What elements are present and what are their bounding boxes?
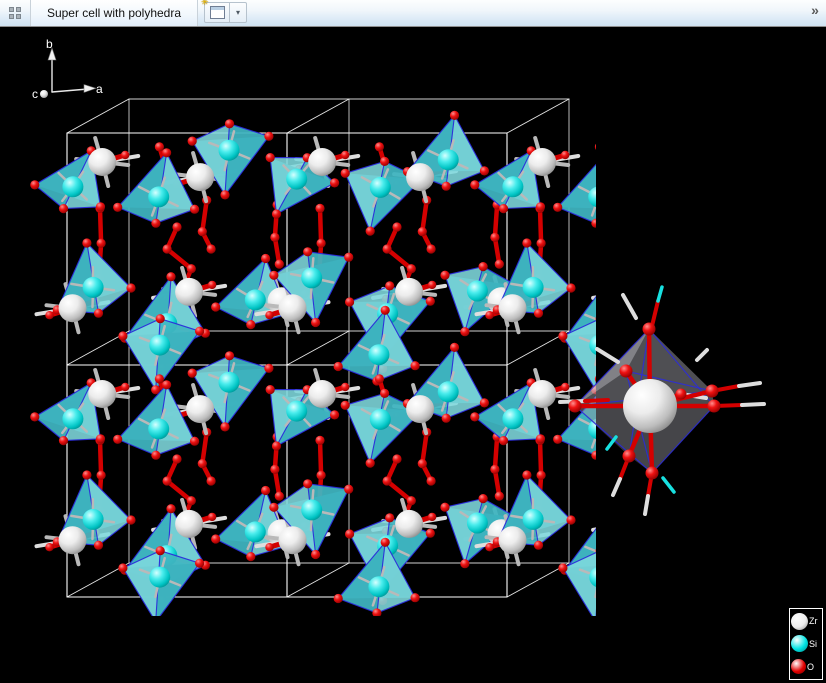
new-view-button[interactable]: ✳ — [204, 2, 230, 23]
view-tab-bar: Super cell with polyhedra ✳ ▾ » — [0, 0, 826, 27]
o-sphere-icon — [791, 659, 806, 674]
legend-label-zr: Zr — [809, 616, 818, 626]
structure-canvas[interactable]: b a c — [0, 27, 826, 683]
overflow-chevron-button[interactable]: » — [804, 0, 826, 26]
application-window: { "toolbar": { "tab_label": "Super cell … — [0, 0, 826, 683]
zr-sphere-icon — [791, 613, 808, 630]
legend-row-zr: Zr — [791, 610, 822, 632]
new-view-dropdown-button[interactable]: ▾ — [230, 2, 247, 23]
tab-bar-spacer — [247, 0, 804, 26]
tile-views-icon — [9, 7, 21, 19]
legend-row-si: Si — [791, 633, 822, 655]
legend-label-o: O — [807, 662, 814, 672]
svg-text:a: a — [96, 82, 103, 96]
structure-scene-svg[interactable]: b a c — [0, 27, 826, 683]
tab-super-cell-with-polyhedra[interactable]: Super cell with polyhedra — [31, 0, 198, 26]
svg-text:b: b — [46, 37, 53, 51]
axis-triad: b a c — [32, 37, 103, 101]
legend-row-o: O — [791, 656, 822, 678]
tab-label: Super cell with polyhedra — [47, 6, 181, 20]
tile-views-button[interactable] — [0, 0, 31, 26]
chevron-down-icon: ▾ — [236, 8, 240, 17]
svg-text:c: c — [32, 87, 38, 101]
new-sparkle-icon: ✳ — [201, 0, 209, 7]
new-window-icon — [210, 6, 225, 19]
si-sphere-icon — [791, 635, 808, 652]
legend-label-si: Si — [809, 639, 817, 649]
double-chevron-icon: » — [811, 2, 819, 18]
atom-legend: Zr Si O — [789, 608, 823, 680]
